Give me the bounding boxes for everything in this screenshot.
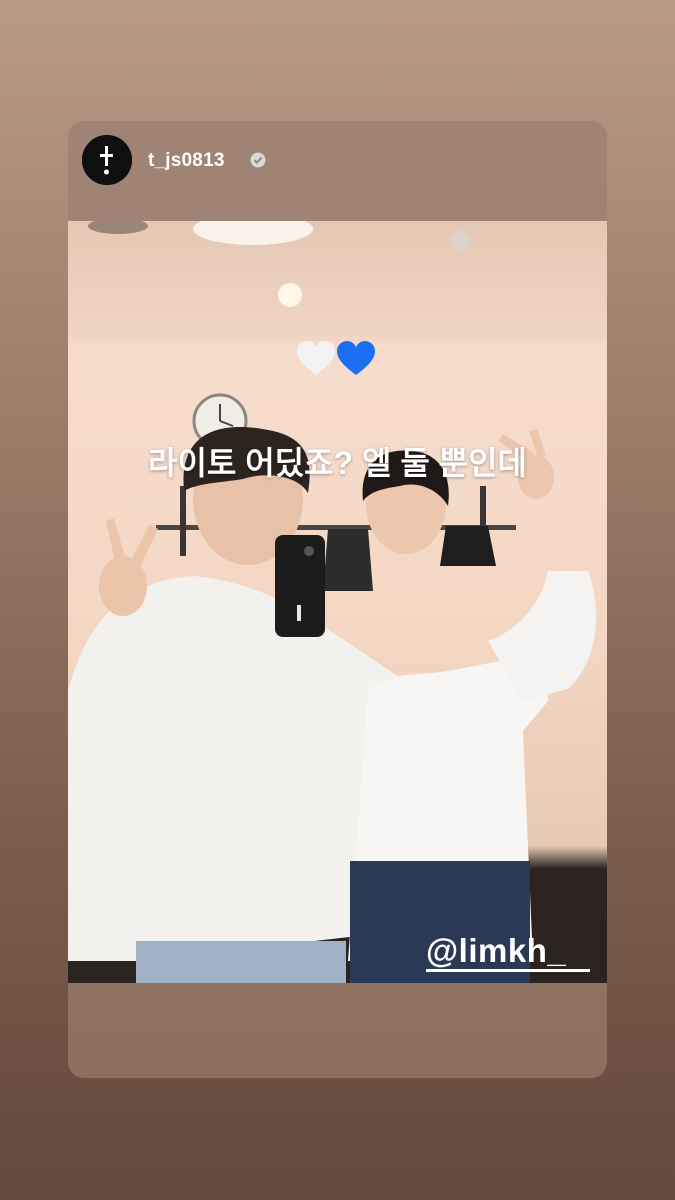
story-caption: 라이토 어딨죠? 엘 둘 뿐인데 — [148, 445, 527, 481]
username[interactable]: t_js0813 — [148, 150, 225, 172]
white-heart-icon — [297, 341, 335, 375]
left-person-pants — [136, 941, 346, 983]
downlight — [278, 283, 302, 307]
photo-scene — [68, 221, 597, 983]
ceiling-lamp — [193, 221, 313, 245]
mention-underline — [426, 969, 590, 972]
hanging-jacket — [323, 529, 373, 591]
verified-badge-icon — [250, 152, 266, 168]
profile-logo-icon — [82, 135, 132, 185]
ceiling-sensor — [450, 231, 470, 251]
story-header: t_js0813 — [68, 121, 607, 221]
avatar[interactable] — [82, 135, 132, 185]
story-photo: 라이토 어딨죠? 엘 둘 뿐인데 — [68, 221, 607, 983]
ceiling-speaker — [88, 221, 148, 234]
blue-heart-icon — [337, 341, 375, 375]
story-card: t_js0813 라이토 어딨죠? 엘 둘 뿐인데 @limkh_ — [68, 121, 607, 1078]
mention-sticker[interactable]: @limkh_ — [426, 932, 566, 970]
phone — [275, 535, 325, 637]
hearts-emoji — [297, 341, 375, 375]
